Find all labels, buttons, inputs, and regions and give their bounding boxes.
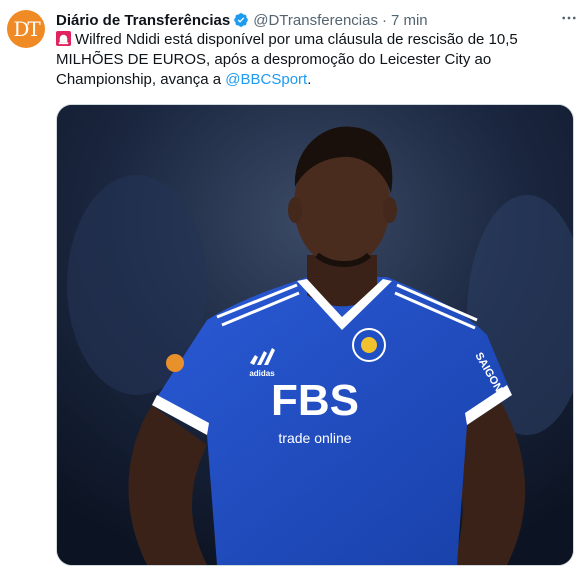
tweet-end: . — [307, 71, 312, 88]
display-name[interactable]: Diário de Transferências — [56, 12, 230, 29]
timestamp[interactable]: 7 min — [391, 12, 428, 29]
avatar[interactable]: DT — [7, 10, 45, 48]
mention-link[interactable]: @BBCSport — [225, 71, 307, 88]
tweet-header: Diário de Transferências @DTransferencia… — [56, 10, 577, 30]
tweet-text: Wilfred Ndidi está disponível por uma cl… — [56, 30, 576, 90]
separator-dot: · — [381, 11, 387, 29]
siren-icon — [56, 31, 71, 46]
player-photo: adidas FBS trade online SAIGON — [57, 105, 573, 565]
handle[interactable]: @DTransferencias — [253, 12, 378, 29]
jersey-sponsor: FBS — [271, 376, 359, 425]
more-options-button[interactable] — [557, 6, 581, 30]
jersey-sponsor-sub: trade online — [278, 430, 351, 446]
tweet-photo[interactable]: adidas FBS trade online SAIGON — [56, 104, 574, 566]
more-options-icon — [562, 16, 576, 20]
avatar-text: DT — [13, 17, 40, 41]
verified-badge-icon — [234, 13, 249, 27]
